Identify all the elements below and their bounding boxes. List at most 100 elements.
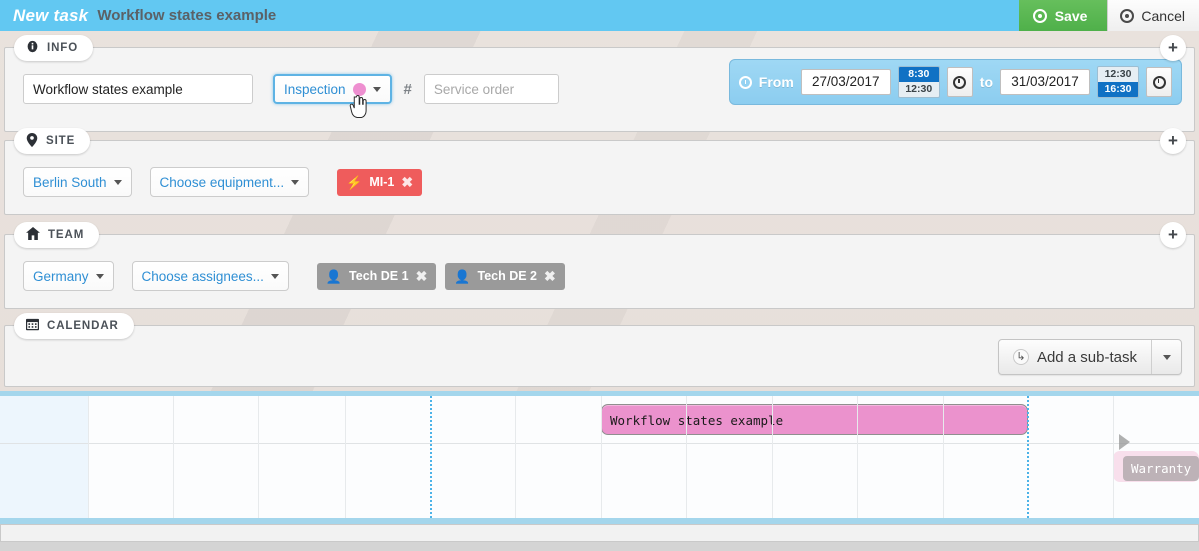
gantt-column-line [88,396,89,518]
top-bar: New task Workflow states example Save Ca… [0,0,1199,31]
task-editor-window: New task Workflow states example Save Ca… [0,0,1199,551]
assignee-tag-label: Tech DE 2 [477,269,537,283]
window-bottom-edge [0,542,1199,551]
assignee-tag[interactable]: 👤Tech DE 1✖ [317,263,436,290]
info-add-button[interactable]: + [1160,35,1186,61]
team-add-button[interactable]: + [1160,222,1186,248]
gantt-column-line [601,396,602,518]
add-subtask-dropdown-toggle[interactable] [1151,340,1181,374]
gantt-row-divider [0,443,1199,444]
clock-icon [739,76,752,89]
clock-icon [1153,76,1166,89]
subtask-arrow-icon: ↳ [1013,349,1029,365]
gantt-column-line [173,396,174,518]
calendar-icon [26,318,39,334]
cancel-button[interactable]: Cancel [1107,0,1199,31]
region-dropdown-label: Germany [33,269,89,284]
chevron-down-icon [96,274,104,279]
to-date-input[interactable]: 31/03/2017 [1000,69,1090,95]
add-subtask-label: Add a sub-task [1037,349,1137,366]
gantt-task-bar[interactable]: Workflow states example [601,404,1028,435]
calendar-section: CALENDAR ↳ Add a sub-task [4,325,1195,387]
info-section-label: INFO [47,42,78,54]
save-button[interactable]: Save [1019,0,1108,31]
gantt-column-line [943,396,944,518]
team-section: TEAM + Germany Choose assignees... 👤Tech… [4,234,1195,309]
remove-assignee-tag-icon[interactable]: ✖ [544,269,556,283]
site-dropdown[interactable]: Berlin South [23,167,132,197]
gantt-column-line [686,396,687,518]
site-section: SITE + Berlin South Choose equipment... … [4,140,1195,215]
chevron-down-icon [291,180,299,185]
gantt-column-line [345,396,346,518]
date-range-picker: From 27/03/2017 8:30 12:30 to 31/03/2017… [729,59,1182,105]
chevron-down-icon [114,180,122,185]
equipment-dropdown[interactable]: Choose equipment... [150,167,310,197]
site-section-body: Berlin South Choose equipment... ⚡ MI-1 … [5,141,1194,207]
chevron-down-icon [271,274,279,279]
gantt-task-boundary-marker [430,396,432,518]
to-clock-button[interactable] [1146,67,1172,97]
top-bar-actions: Save Cancel [1019,0,1199,31]
from-time-selector[interactable]: 8:30 12:30 [898,66,940,98]
assignee-tag-list: 👤Tech DE 1✖👤Tech DE 2✖ [317,263,565,290]
gantt-task-boundary-marker [1027,396,1029,518]
team-section-label: TEAM [48,229,84,241]
equipment-tag[interactable]: ⚡ MI-1 ✖ [337,169,422,196]
cancel-button-label: Cancel [1141,8,1185,24]
remove-assignee-tag-icon[interactable]: ✖ [416,269,428,283]
gantt-column-line [857,396,858,518]
service-order-input[interactable] [424,74,559,104]
gantt-grid[interactable]: Workflow states example Warranty [0,396,1199,518]
task-type-label: Inspection [284,82,346,97]
tooltip-pointer-icon [1119,434,1130,450]
gantt-chart-area: Workflow states example Warranty [0,391,1199,524]
home-icon [26,227,40,243]
info-icon [26,40,39,56]
gantt-column-line [258,396,259,518]
task-name-input[interactable] [23,74,253,104]
from-time-start[interactable]: 8:30 [899,67,939,82]
remove-equipment-tag-icon[interactable]: ✖ [401,175,413,189]
bolt-icon: ⚡ [346,176,362,189]
equipment-dropdown-label: Choose equipment... [160,175,285,190]
assignees-dropdown[interactable]: Choose assignees... [132,261,289,291]
map-pin-icon [26,133,38,150]
save-icon [1033,9,1047,23]
calendar-section-tab[interactable]: CALENDAR [14,313,134,339]
team-section-tab[interactable]: TEAM [14,222,99,248]
from-date-input[interactable]: 27/03/2017 [801,69,891,95]
gantt-column-line [772,396,773,518]
team-section-body: Germany Choose assignees... 👤Tech DE 1✖👤… [5,235,1194,301]
region-dropdown[interactable]: Germany [23,261,114,291]
page-title: Workflow states example [97,7,276,24]
cancel-icon [1120,9,1134,23]
from-time-end[interactable]: 12:30 [899,82,939,97]
task-type-dropdown[interactable]: Inspection [273,74,392,104]
chevron-down-icon [373,87,381,92]
add-subtask-button[interactable]: ↳ Add a sub-task [998,339,1182,375]
add-subtask-main[interactable]: ↳ Add a sub-task [999,340,1151,374]
service-order-hash-label: # [404,81,412,98]
to-time-end[interactable]: 16:30 [1098,82,1138,97]
calendar-section-label: CALENDAR [47,320,119,332]
site-add-button[interactable]: + [1160,128,1186,154]
to-time-selector[interactable]: 12:30 16:30 [1097,66,1139,98]
task-type-color-dot [353,83,366,96]
new-task-label: New task [13,6,88,26]
bottom-status-strip [0,524,1199,542]
from-clock-button[interactable] [947,67,973,97]
assignee-tag[interactable]: 👤 Tech DE 2 ✖ [445,263,564,290]
site-section-tab[interactable]: SITE [14,128,90,154]
chevron-down-icon [1163,355,1171,360]
person-icon: 👤 [454,270,470,283]
gantt-column-line [1113,396,1114,518]
assignee-tag-label: Tech DE 1 [349,269,409,283]
info-section-tab[interactable]: INFO [14,35,93,61]
info-section: INFO + Inspection # From 27/03/2017 8:30… [4,47,1195,132]
clock-icon [953,76,966,89]
to-time-start[interactable]: 12:30 [1098,67,1138,82]
from-label: From [759,74,794,90]
equipment-tag-label: MI-1 [369,175,394,189]
save-button-label: Save [1055,8,1088,24]
